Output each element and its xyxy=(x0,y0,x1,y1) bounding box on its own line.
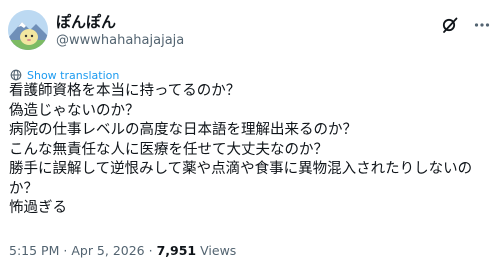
avatar-image xyxy=(8,10,48,50)
tweet-text-line: こんな無責任な人に医療を任せて大丈夫なのか？ xyxy=(9,141,328,158)
user-handle[interactable]: @wwwhahahajajaja xyxy=(56,33,184,49)
display-name[interactable]: ぽんぽん xyxy=(56,13,116,31)
show-translation-label: Show translation xyxy=(27,68,120,82)
meta-separator: · xyxy=(148,243,153,258)
tweet-meta: 5:15 PM · Apr 5, 2026 · 7,951 Views xyxy=(9,243,236,259)
tweet: ぽんぽん @wwwhahahajajaja Show translation 看… xyxy=(0,0,502,270)
avatar[interactable] xyxy=(8,10,48,50)
post-time[interactable]: 5:15 PM xyxy=(9,243,59,258)
tweet-text-line: か？ xyxy=(9,180,38,197)
more-icon[interactable] xyxy=(472,15,492,35)
tweet-text-line: 偽造じゃないのか？ xyxy=(9,102,140,119)
tweet-text-line: 看護師資格を本当に持ってるのか？ xyxy=(9,83,241,99)
grok-icon[interactable] xyxy=(440,15,460,35)
post-date[interactable]: Apr 5, 2026 xyxy=(71,243,144,258)
tweet-text: 看護師資格を本当に持ってるのか？ 偽造じゃないのか？ 病院の仕事レベルの高度な日… xyxy=(9,82,495,219)
tweet-actions xyxy=(440,15,492,35)
tweet-text-line: 怖過ぎる xyxy=(9,200,67,216)
tweet-text-line: 勝手に誤解して逆恨みして薬や点滴や食事に異物混入されたりしないの xyxy=(9,161,473,177)
tweet-text-line: 病院の仕事レベルの高度な日本語を理解出来るのか？ xyxy=(9,122,357,138)
views-count[interactable]: 7,951 xyxy=(157,243,197,258)
views-label: Views xyxy=(200,243,237,258)
meta-separator: · xyxy=(63,243,68,258)
